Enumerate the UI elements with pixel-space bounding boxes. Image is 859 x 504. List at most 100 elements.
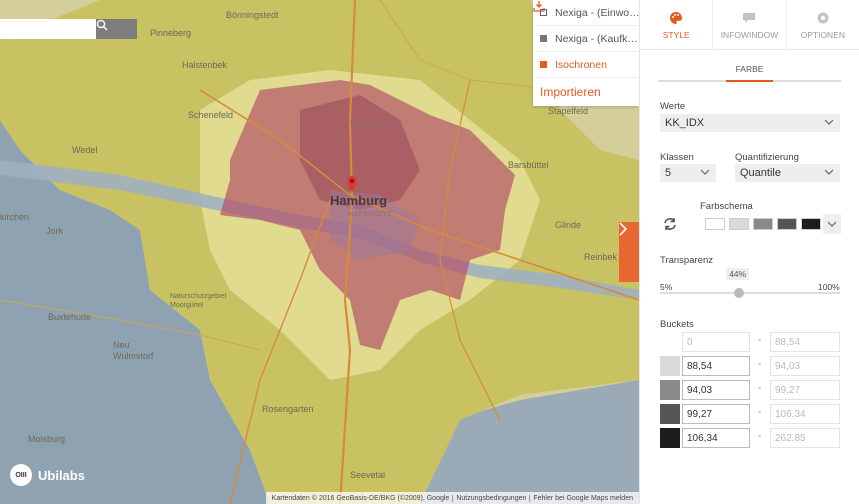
- bucket-color: [660, 380, 680, 400]
- color-swatch[interactable]: [777, 218, 797, 230]
- tab-optionen[interactable]: OPTIONEN: [787, 0, 859, 49]
- tab-label: INFOWINDOW: [720, 29, 779, 40]
- slider-min-label: 5%: [660, 282, 673, 292]
- map-canvas[interactable]: Bönningstedt Pinneberg Halstenbek Schene…: [0, 0, 639, 504]
- checkbox-icon[interactable]: [540, 61, 547, 68]
- map-label: Stapelfeld: [548, 106, 589, 116]
- buckets-label: Buckets: [660, 319, 694, 330]
- quant-value: Quantile: [740, 167, 781, 179]
- ubilabs-logo: OIII: [10, 464, 32, 486]
- map-label: Schenefeld: [188, 110, 234, 120]
- map-label: Reinbek: [584, 252, 618, 262]
- bucket-to-input[interactable]: 99,27: [770, 380, 840, 400]
- bucket-to-input[interactable]: 106,34: [770, 404, 840, 424]
- map-label: Barsbüttel: [508, 160, 549, 170]
- color-swatch[interactable]: [801, 218, 821, 230]
- map-label: Halstenbek: [182, 60, 228, 70]
- brand[interactable]: OIII Ubilabs: [10, 464, 85, 486]
- bucket-to-input[interactable]: 94,03: [770, 356, 840, 376]
- map-label: Moisburg: [28, 434, 66, 444]
- bucket-to-input[interactable]: 262,85: [770, 428, 840, 448]
- import-button[interactable]: Importieren: [533, 1, 639, 106]
- bucket-dash: -: [758, 383, 762, 394]
- klassen-label: Klassen: [660, 152, 694, 163]
- transparenz-slider[interactable]: [660, 292, 840, 294]
- bucket-from-input[interactable]: 88,54: [682, 356, 750, 376]
- layer-item-isochronen[interactable]: Isochronen: [533, 52, 639, 78]
- layer-item-einwohner[interactable]: Nexiga - (Einwo…: [533, 0, 639, 26]
- werte-select[interactable]: KK_IDX: [660, 114, 840, 132]
- panel-tabs: STYLE INFOWINDOW OPTIONEN: [640, 0, 859, 50]
- bucket-dash: -: [758, 359, 762, 370]
- bucket-dash: -: [758, 431, 762, 442]
- map-label: Buxtehude: [48, 312, 92, 322]
- panel-toggle-button[interactable]: [619, 222, 639, 282]
- chevron-down-icon: [824, 169, 834, 175]
- style-panel: STYLE INFOWINDOW OPTIONEN FARBE Werte KK…: [639, 0, 859, 504]
- layer-label: Nexiga - (Kaufk…: [555, 32, 638, 45]
- slider-handle[interactable]: [734, 288, 745, 298]
- tab-infowindow[interactable]: INFOWINDOW: [713, 0, 787, 49]
- tab-style[interactable]: STYLE: [640, 0, 714, 49]
- layer-label: Nexiga - (Einwo…: [555, 6, 639, 19]
- map-label: Seevetal: [350, 470, 386, 480]
- color-swatch[interactable]: [753, 218, 773, 230]
- quant-label: Quantifizierung: [735, 152, 799, 163]
- reverse-colors-button[interactable]: [660, 214, 680, 234]
- gear-icon: [817, 12, 829, 23]
- bucket-from-input[interactable]: 99,27: [682, 404, 750, 424]
- map-label: Wedel: [72, 145, 98, 155]
- transparenz-value: 44%: [726, 268, 750, 280]
- palette-icon: [670, 11, 683, 24]
- map-attribution: Kartendaten © 2016 GeoBasis-DE/BKG (©200…: [265, 492, 639, 504]
- import-label: Importieren: [540, 85, 601, 99]
- search-button[interactable]: [96, 19, 137, 39]
- tab-label: STYLE: [662, 29, 690, 40]
- map-label: kirchen: [0, 212, 30, 222]
- map-label: Jork: [46, 226, 64, 236]
- map-label: Rosengarten: [262, 404, 314, 414]
- chevron-right-icon: [619, 222, 627, 236]
- bucket-dash: -: [758, 407, 762, 418]
- subtab-farbe[interactable]: FARBE: [725, 60, 774, 82]
- layer-item-kaufkraft[interactable]: Nexiga - (Kaufk…: [533, 26, 639, 52]
- checkbox-icon[interactable]: [540, 35, 547, 42]
- bucket-color: [660, 428, 680, 448]
- color-swatch[interactable]: [729, 218, 749, 230]
- chevron-down-icon: [824, 119, 834, 125]
- report-error-link[interactable]: Fehler bei Google Maps melden: [529, 494, 636, 502]
- farbschema-label: Farbschema: [700, 201, 753, 212]
- bucket-from-input[interactable]: 0: [682, 332, 750, 352]
- bucket-dash: -: [758, 335, 762, 346]
- map-label-city: Hamburg: [330, 193, 388, 208]
- chevron-down-icon: [700, 169, 710, 175]
- subtabs: FARBE: [658, 60, 841, 82]
- layer-label: Isochronen: [555, 58, 607, 71]
- map-label: Neu Wulmstorf: [113, 340, 154, 361]
- slider-max-label: 100%: [818, 282, 840, 292]
- bucket-to-input[interactable]: 88,54: [770, 332, 840, 352]
- layer-menu: Nexiga - (Einwo… Nexiga - (Kaufk… Isochr…: [533, 0, 639, 106]
- terms-link[interactable]: Nutzungsbedingungen: [452, 494, 529, 502]
- chevron-down-icon: [827, 221, 837, 227]
- quant-select[interactable]: Quantile: [735, 164, 840, 182]
- color-scheme-dropdown[interactable]: [823, 214, 841, 234]
- refresh-icon: [664, 218, 676, 230]
- attribution-text: Kartendaten © 2016 GeoBasis-DE/BKG (©200…: [271, 494, 450, 502]
- search-input[interactable]: [0, 19, 96, 39]
- map-label: Glinde: [555, 220, 582, 230]
- color-swatch[interactable]: [705, 218, 725, 230]
- brand-name: Ubilabs: [38, 467, 85, 483]
- bucket-color: [660, 356, 680, 376]
- bucket-from-input[interactable]: 106,34: [682, 428, 750, 448]
- search-icon: [96, 19, 108, 31]
- werte-value: KK_IDX: [665, 117, 705, 129]
- bucket-from-input[interactable]: 94,03: [682, 380, 750, 400]
- chat-icon: [743, 12, 756, 23]
- tab-label: OPTIONEN: [800, 29, 846, 40]
- map-label: Naturschutzgebiet Moorgürtel: [170, 293, 227, 309]
- map-label: WINTERHUDE: [350, 121, 403, 128]
- klassen-select[interactable]: 5: [660, 164, 716, 182]
- klassen-value: 5: [665, 167, 672, 179]
- map-label: Bönningstedt: [226, 10, 279, 20]
